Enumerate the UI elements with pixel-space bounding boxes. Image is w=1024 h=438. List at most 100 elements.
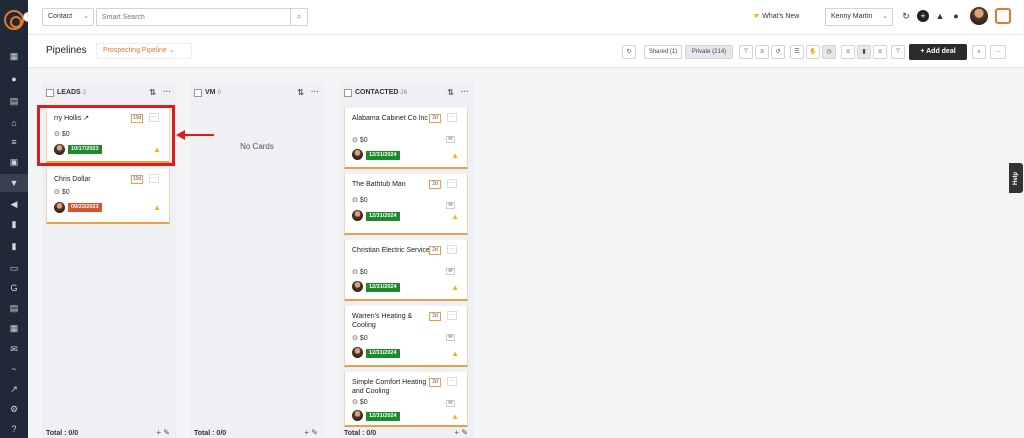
avatar	[352, 210, 363, 221]
bell-icon[interactable]: ▲	[934, 10, 946, 22]
deal-title[interactable]: Warren's Heating & Cooling	[352, 312, 430, 330]
plus-icon[interactable]: +	[917, 10, 929, 22]
more-options-icon[interactable]: ···	[311, 87, 319, 96]
deal-card[interactable]: Christian Electric Service 2d ··· ✉ ⊙ $0…	[344, 239, 468, 301]
due-date-badge: 12/31/2024	[366, 412, 400, 421]
user-select[interactable]: Kenny Martin ⌄	[825, 8, 893, 26]
thumbs-icon[interactable]: ✋	[806, 45, 820, 59]
search-icon[interactable]: ⌕	[290, 8, 308, 26]
bank-icon[interactable]: ⌂	[9, 119, 19, 128]
compact-view-icon[interactable]: ≡	[841, 45, 855, 59]
deal-title[interactable]: Simple Comfort Heating and Cooling	[352, 378, 430, 396]
deal-title[interactable]: Christian Electric Service	[352, 246, 430, 255]
refresh-icon[interactable]: ↻	[900, 10, 912, 22]
dashboard-icon[interactable]: ▦	[9, 52, 19, 61]
filter-icon[interactable]: ⊤	[891, 45, 905, 59]
filter-icon[interactable]: ▼	[0, 174, 28, 192]
deal-amount: ⊙ $0	[352, 269, 368, 276]
column-footer-actions[interactable]: + ✎	[454, 428, 468, 437]
empty-state: No Cards	[240, 142, 274, 151]
avatar[interactable]	[970, 7, 988, 25]
contact-type-select[interactable]: Contact ⌄	[42, 8, 94, 26]
lightbulb-icon: ☛	[754, 13, 761, 20]
help-icon[interactable]: ?	[9, 425, 19, 434]
card-more-icon[interactable]: ···	[149, 174, 159, 183]
google-icon[interactable]: G	[9, 284, 19, 293]
chart-icon[interactable]: ▮	[9, 242, 19, 251]
deal-title[interactable]: The Bathtub Man	[352, 180, 430, 189]
whats-new-link[interactable]: ☛ What's New	[754, 12, 799, 20]
warning-icon: ▲	[153, 203, 161, 212]
sort-icon[interactable]: ⇅	[149, 88, 156, 97]
deal-title[interactable]: Chris Dollar	[54, 175, 132, 184]
warning-icon: ▲	[451, 412, 459, 421]
rows-icon[interactable]: ☰	[790, 45, 804, 59]
column-footer-actions[interactable]: + ✎	[304, 428, 318, 437]
pin-icon[interactable]: ⊤	[739, 45, 753, 59]
mail-icon[interactable]: ✉	[446, 268, 455, 275]
age-badge: 2d	[429, 114, 441, 123]
list-alt-icon[interactable]: ▤	[9, 304, 19, 313]
more-options-icon[interactable]: ···	[461, 87, 469, 96]
megaphone-icon[interactable]: ◀	[9, 200, 19, 209]
column-footer-actions[interactable]: + ✎	[156, 428, 170, 437]
shared-filter-button[interactable]: Shared (1)	[644, 45, 682, 59]
card-more-icon[interactable]: ···	[447, 311, 457, 320]
card-more-icon[interactable]: ···	[447, 377, 457, 386]
chat-icon[interactable]: ●	[950, 10, 962, 22]
card-more-icon[interactable]: ···	[447, 245, 457, 254]
contacts-icon[interactable]: ●	[9, 75, 19, 84]
column-select-checkbox[interactable]	[194, 89, 202, 97]
column-select-checkbox[interactable]	[344, 89, 352, 97]
more-options-icon[interactable]: ···	[163, 87, 171, 96]
mail-icon[interactable]: ✉	[446, 400, 455, 407]
due-date-badge: 09/23/2023	[68, 203, 102, 212]
mail-icon[interactable]: ✉	[446, 136, 455, 143]
search-icon[interactable]: ⌕	[972, 45, 986, 59]
sort-icon[interactable]: ⇅	[297, 88, 304, 97]
arrow-line	[184, 134, 214, 136]
kanban-view-icon[interactable]: ▮	[857, 45, 871, 59]
deal-card[interactable]: The Bathtub Man 2d ··· ✉ ⊙ $0 12/31/2024…	[344, 173, 468, 235]
card-more-icon[interactable]: ···	[447, 113, 457, 122]
deal-title[interactable]: Alabama Cabinet Co Inc	[352, 114, 430, 123]
deal-card[interactable]: Warren's Heating & Cooling 2d ··· ✉ ⊙ $0…	[344, 305, 468, 367]
logo-icon[interactable]	[4, 10, 24, 30]
history-icon[interactable]: ↺	[771, 45, 785, 59]
column-header: VM 0 ⇅ ···	[190, 82, 324, 104]
pipeline-select[interactable]: Prospecting Pipeline ⌄	[96, 43, 192, 59]
document-icon[interactable]: ▮	[9, 220, 19, 229]
column-select-checkbox[interactable]	[46, 89, 54, 97]
app-switcher-icon[interactable]	[995, 8, 1011, 24]
private-filter-button[interactable]: Private (214)	[685, 45, 733, 59]
top-bar: Contact ⌄ ⌕ ☛ What's New Kenny Martin ⌄ …	[28, 0, 1024, 35]
table-view-icon[interactable]: ≡	[873, 45, 887, 59]
clock-icon[interactable]: ◷	[822, 45, 836, 59]
deal-amount: ⊙ $0	[352, 197, 368, 204]
add-deal-button[interactable]: + Add deal	[909, 44, 967, 60]
folder-icon[interactable]: ▭	[9, 264, 19, 273]
calendar-icon[interactable]: ▦	[9, 324, 19, 333]
mail-icon[interactable]: ✉	[446, 334, 455, 341]
sort-icon[interactable]: ⇅	[447, 88, 454, 97]
mail-icon[interactable]: ✉	[446, 202, 455, 209]
help-tab[interactable]: Help	[1009, 163, 1023, 193]
card-more-icon[interactable]: ···	[447, 179, 457, 188]
smart-search-input[interactable]	[96, 8, 290, 26]
refresh-icon[interactable]: ↻	[622, 45, 636, 59]
chevron-down-icon: ⌄	[83, 13, 89, 20]
companies-icon[interactable]: ▤	[9, 97, 19, 106]
deal-card[interactable]: Simple Comfort Heating and Cooling 2d ··…	[344, 371, 468, 427]
list-view-icon[interactable]: ≡	[755, 45, 769, 59]
signature-icon[interactable]: ~	[9, 365, 19, 374]
settings-icon[interactable]: ⚙	[9, 405, 19, 414]
list-icon[interactable]: ≡	[9, 138, 19, 147]
mail-icon[interactable]: ✉	[9, 345, 19, 354]
more-options-icon[interactable]: ···	[990, 45, 1006, 59]
analytics-icon[interactable]: ↗	[9, 385, 19, 394]
image-icon[interactable]: ▣	[9, 158, 19, 167]
deal-card[interactable]: Alabama Cabinet Co Inc 2d ··· ✉ ⊙ $0 12/…	[344, 107, 468, 169]
column-header: LEADS 2 ⇅ ···	[42, 82, 176, 104]
deal-card[interactable]: Chris Dollar 10d ··· ⊙ $0 09/23/2023 ▲	[46, 168, 170, 224]
pipeline-header: Pipelines Prospecting Pipeline ⌄ ↻ Share…	[28, 35, 1024, 68]
